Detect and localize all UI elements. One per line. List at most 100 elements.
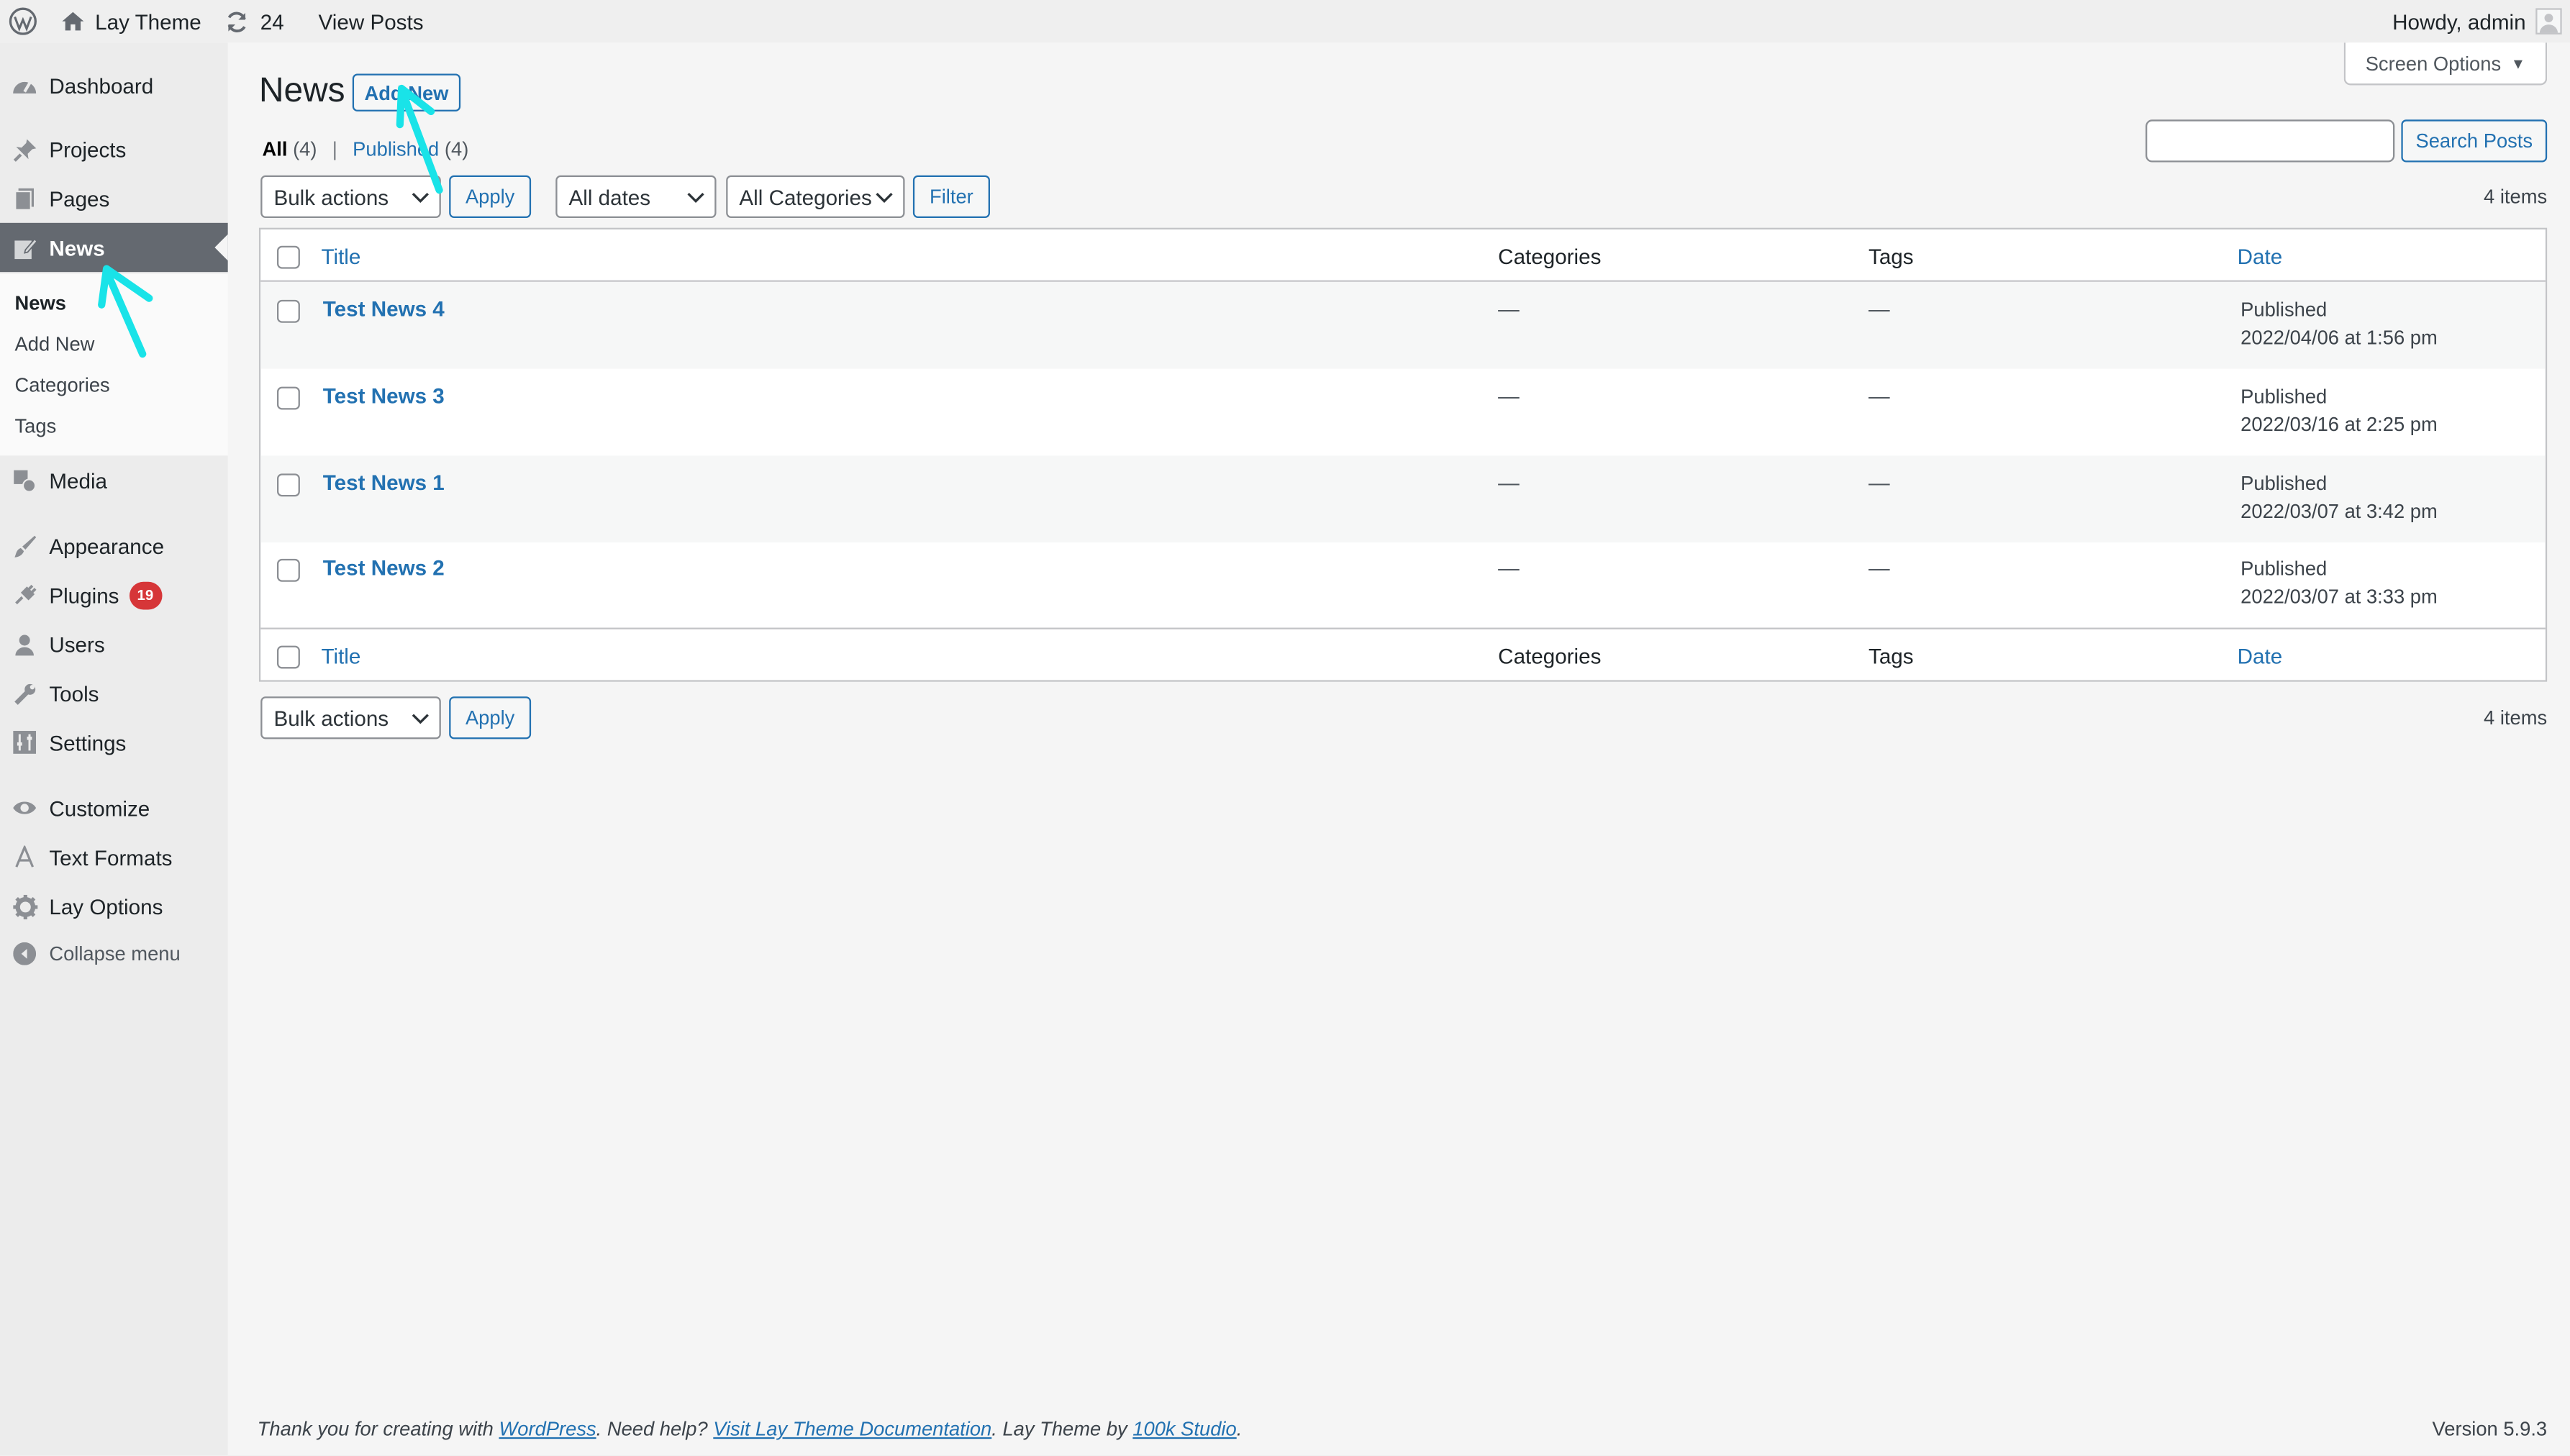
sidebar-item-tools[interactable]: Tools [0,668,228,717]
sidebar-item-media[interactable]: Media [0,455,228,504]
dates-select[interactable]: All dates [555,175,717,218]
bulk-actions-select[interactable]: Bulk actions [260,175,441,218]
sidebar-item-projects[interactable]: Projects [0,124,228,173]
updates-count: 24 [260,9,284,34]
post-status: Published [2240,298,2328,322]
post-date: Published 2022/03/07 at 3:42 pm [2240,470,2438,526]
howdy-user-link[interactable]: Howdy, admin [2392,9,2525,34]
post-status-views: All (4) | Published (4) [262,137,468,160]
submenu-item-categories[interactable]: Categories [15,373,110,396]
studio-link[interactable]: 100k Studio [1132,1418,1236,1441]
sidebar-item-plugins[interactable]: Plugins 19 [0,570,228,619]
post-categories: — [1498,470,1520,495]
pages-icon [8,186,41,211]
screen-options-button[interactable]: Screen Options ▼ [2343,42,2548,86]
chevron-down-icon [412,709,430,726]
post-tags: — [1869,555,1890,581]
select-all-checkbox[interactable] [276,245,300,269]
post-title-link[interactable]: Test News 1 [323,470,445,495]
sidebar-item-dashboard[interactable]: Dashboard [0,60,228,109]
edit-post-icon [8,235,41,260]
sidebar-item-label: Customize [49,796,150,821]
bulk-actions-selected-bottom: Bulk actions [273,705,389,730]
apply-button-bottom[interactable]: Apply [449,696,532,740]
post-date-value: 2022/03/07 at 3:42 pm [2240,499,2438,523]
pin-icon [8,137,41,161]
column-tags-header: Tags [1869,244,1914,269]
select-all-checkbox-footer[interactable] [276,645,300,669]
plugin-icon [8,583,41,607]
submenu-item-add-new[interactable]: Add New [15,332,95,355]
search-input[interactable] [2146,119,2395,163]
sidebar-item-label: Appearance [49,533,165,558]
version-text: Version 5.9.3 [2432,1417,2548,1441]
page-title: News [258,72,345,110]
posts-table: Title Categories Tags Date Test News 4 —… [258,227,2548,682]
sidebar-item-text-formats[interactable]: Text Formats [0,832,228,881]
wp-admin-app: Lay Theme 24 View Posts Howdy, admin Scr… [0,0,2570,1455]
column-categories-footer: Categories [1498,644,1602,669]
sidebar-item-label: Dashboard [49,73,154,98]
chevron-down-icon [412,188,430,205]
column-tags-footer: Tags [1869,644,1914,669]
dates-selected: All dates [568,184,651,209]
updates-link[interactable]: 24 [224,0,284,42]
home-icon [60,10,85,33]
row-checkbox[interactable] [276,558,300,582]
post-tags: — [1869,383,1890,409]
sidebar-item-news[interactable]: News [0,222,228,273]
wordpress-logo-icon[interactable] [1,0,44,42]
wordpress-link[interactable]: WordPress [499,1418,596,1441]
search-posts-button[interactable]: Search Posts [2401,119,2548,163]
column-date-footer[interactable]: Date [2238,644,2283,668]
paintbrush-icon [8,534,41,558]
categories-selected: All Categories [739,184,872,209]
submenu-item-news[interactable]: News [15,292,66,315]
categories-select[interactable]: All Categories [726,175,905,218]
avatar[interactable] [2535,8,2562,35]
news-submenu: News Add New Categories Tags [0,273,228,456]
bulk-actions-select-bottom[interactable]: Bulk actions [260,696,441,740]
filter-button[interactable]: Filter [912,175,990,218]
footer-thanks-text: Thank you for creating with [257,1417,499,1441]
row-checkbox[interactable] [276,299,300,323]
row-checkbox[interactable] [276,386,300,410]
post-title-link[interactable]: Test News 3 [323,383,445,408]
admin-sidebar: Dashboard Projects Pages News News Add N… [0,42,228,1455]
site-name-label: Lay Theme [95,9,201,34]
settings-sliders-icon [8,731,41,754]
sidebar-item-customize[interactable]: Customize [0,783,228,832]
column-date-header[interactable]: Date [2238,244,2283,268]
table-row: Test News 4 — — Published 2022/04/06 at 1… [260,281,2546,369]
sidebar-item-lay-options[interactable]: Lay Options [0,882,228,931]
post-title-link[interactable]: Test News 4 [323,296,445,321]
sidebar-item-pages[interactable]: Pages [0,173,228,222]
view-posts-link[interactable]: View Posts [319,0,424,42]
sidebar-item-appearance[interactable]: Appearance [0,521,228,570]
view-published-link[interactable]: Published [353,137,439,160]
letter-a-icon [8,845,41,868]
column-title-header[interactable]: Title [322,244,361,268]
footer-help-text: . Need help? [596,1417,714,1441]
sidebar-item-label: Pages [49,186,110,211]
sidebar-item-label: Media [49,468,108,493]
sidebar-item-label: Plugins [49,582,119,608]
post-categories: — [1498,383,1520,409]
post-date: Published 2022/03/16 at 2:25 pm [2240,383,2438,439]
submenu-item-tags[interactable]: Tags [15,414,57,437]
add-new-button[interactable]: Add New [352,73,461,112]
documentation-link[interactable]: Visit Lay Theme Documentation [713,1418,991,1441]
view-published-count: (4) [444,137,469,161]
apply-button-top[interactable]: Apply [449,175,532,218]
site-name-link[interactable]: Lay Theme [60,0,201,42]
views-separator: | [332,137,337,161]
sidebar-item-settings[interactable]: Settings [0,718,228,767]
view-all-link[interactable]: All [262,137,287,160]
dashboard-icon [8,74,41,97]
row-checkbox[interactable] [276,473,300,497]
column-title-footer[interactable]: Title [322,644,361,668]
sidebar-item-users[interactable]: Users [0,619,228,668]
collapse-menu-button[interactable]: Collapse menu [0,929,228,978]
post-title-link[interactable]: Test News 2 [323,555,445,580]
post-date-value: 2022/04/06 at 1:56 pm [2240,326,2438,350]
